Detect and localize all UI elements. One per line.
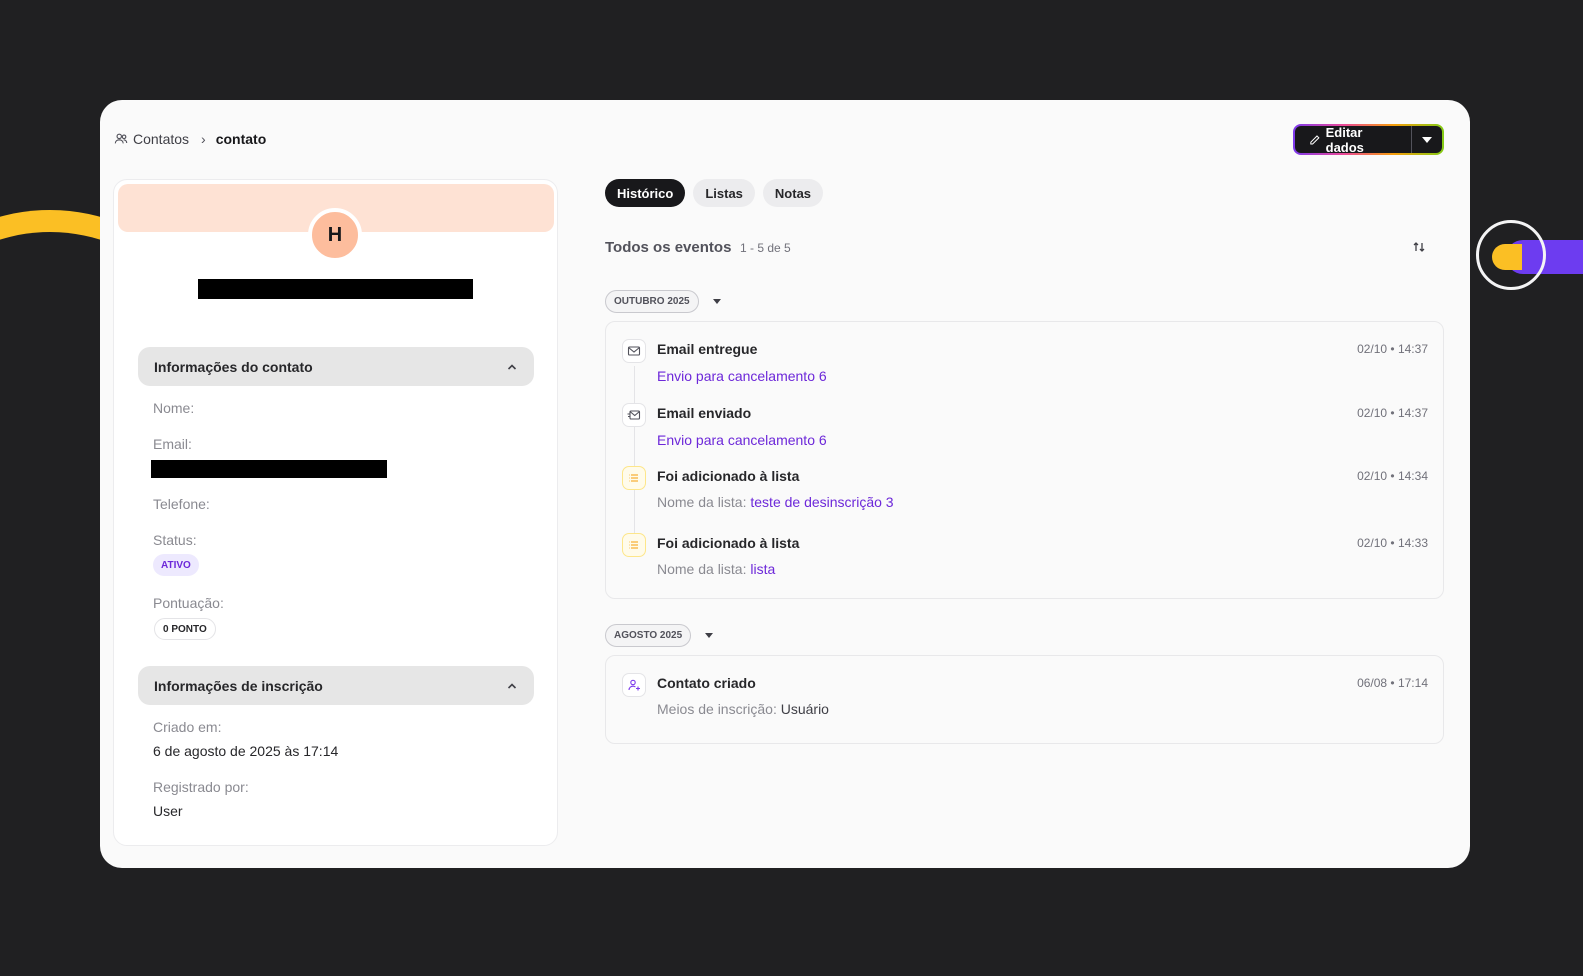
caret-down-icon xyxy=(712,299,721,304)
event-time: 06/08 • 17:14 xyxy=(1357,676,1428,690)
redacted-contact-name xyxy=(198,279,473,299)
event-sub-label: Nome da lista: xyxy=(657,494,747,510)
contact-info-section-title: Informações do contato xyxy=(154,358,313,375)
event-link[interactable]: teste de desinscrição 3 xyxy=(750,494,893,510)
list-icon xyxy=(622,533,646,557)
event-title: Email entregue xyxy=(657,341,758,357)
event-subtitle: Envio para cancelamento 6 xyxy=(657,368,827,384)
event-title: Foi adicionado à lista xyxy=(657,535,800,551)
events-title: Todos os eventos xyxy=(605,239,732,256)
background-decoration-right xyxy=(1476,220,1583,300)
pencil-icon xyxy=(1310,134,1320,145)
chevron-right-icon: › xyxy=(201,131,206,147)
edit-options-dropdown[interactable] xyxy=(1412,126,1442,153)
event-group-card: Contato criado 06/08 • 17:14 Meios de in… xyxy=(605,655,1444,744)
status-label: Status: xyxy=(153,532,197,548)
contacts-icon xyxy=(114,133,128,144)
event-link[interactable]: Envio para cancelamento 6 xyxy=(657,368,827,384)
event-subtitle: Envio para cancelamento 6 xyxy=(657,432,827,448)
event-time: 02/10 • 14:37 xyxy=(1357,342,1428,356)
phone-label: Telefone: xyxy=(153,496,210,512)
month-group-header[interactable]: AGOSTO 2025 xyxy=(605,624,714,647)
timeline-line xyxy=(634,366,635,550)
tab-listas[interactable]: Listas xyxy=(693,179,755,207)
chevron-up-icon xyxy=(507,363,517,370)
contact-window: Contatos › contato Editar dados H Inform… xyxy=(100,100,1470,868)
event-sub-label: Nome da lista: xyxy=(657,561,747,577)
subscription-info-section-header[interactable]: Informações de inscrição xyxy=(138,666,534,705)
event-link[interactable]: lista xyxy=(750,561,775,577)
event-title: Foi adicionado à lista xyxy=(657,468,800,484)
subscription-info-section-title: Informações de inscrição xyxy=(154,677,323,694)
sort-icon[interactable] xyxy=(1412,240,1426,254)
event-time: 02/10 • 14:33 xyxy=(1357,536,1428,550)
contact-profile-card: H Informações do contato Nome: Email: Te… xyxy=(113,179,558,846)
tab-notas[interactable]: Notas xyxy=(762,179,824,207)
event-time: 02/10 • 14:34 xyxy=(1357,469,1428,483)
chevron-up-icon xyxy=(507,682,517,689)
status-badge: ATIVO xyxy=(153,554,199,576)
email-label: Email: xyxy=(153,436,192,452)
created-label: Criado em: xyxy=(153,719,222,735)
name-label: Nome: xyxy=(153,400,195,416)
avatar: H xyxy=(308,208,362,262)
redacted-email-value xyxy=(151,460,387,478)
event-title: Email enviado xyxy=(657,405,752,421)
tab-historico[interactable]: Histórico xyxy=(605,179,686,207)
event-title: Contato criado xyxy=(657,675,756,691)
created-value: 6 de agosto de 2025 às 17:14 xyxy=(153,743,339,759)
mail-sent-icon xyxy=(622,403,646,427)
event-link[interactable]: Envio para cancelamento 6 xyxy=(657,432,827,448)
event-group-card: Email entregue 02/10 • 14:37 Envio para … xyxy=(605,321,1444,599)
month-label: OUTUBRO 2025 xyxy=(605,290,699,313)
breadcrumb-contacts-link[interactable]: Contatos xyxy=(133,131,189,147)
score-badge: 0 PONTO xyxy=(154,618,216,640)
event-subtitle: Meios de inscrição: Usuário xyxy=(657,701,829,717)
mail-icon xyxy=(622,339,646,363)
contact-info-section-header[interactable]: Informações do contato xyxy=(138,347,534,386)
edit-data-button[interactable]: Editar dados xyxy=(1295,126,1412,153)
event-subtitle: Nome da lista: lista xyxy=(657,561,775,577)
event-sub-value: Usuário xyxy=(780,701,829,717)
list-icon xyxy=(622,466,646,490)
caret-down-icon xyxy=(1421,136,1432,143)
breadcrumb-current: contato xyxy=(215,131,267,147)
event-subtitle: Nome da lista: teste de desinscrição 3 xyxy=(657,494,894,510)
contact-tabs: Histórico Listas Notas xyxy=(605,179,824,207)
user-add-icon xyxy=(622,673,646,697)
events-count: 1 - 5 de 5 xyxy=(740,241,791,255)
breadcrumb: Contatos › contato xyxy=(114,131,266,147)
month-label: AGOSTO 2025 xyxy=(605,624,692,647)
event-time: 02/10 • 14:37 xyxy=(1357,406,1428,420)
edit-data-label: Editar dados xyxy=(1325,126,1364,153)
registered-value: User xyxy=(153,803,183,819)
score-label: Pontuação: xyxy=(153,595,224,611)
registered-label: Registrado por: xyxy=(153,779,249,795)
event-sub-label: Meios de inscrição: xyxy=(657,701,777,717)
caret-down-icon xyxy=(705,633,714,638)
edit-data-button-group: Editar dados xyxy=(1293,124,1444,155)
month-group-header[interactable]: OUTUBRO 2025 xyxy=(605,290,721,313)
